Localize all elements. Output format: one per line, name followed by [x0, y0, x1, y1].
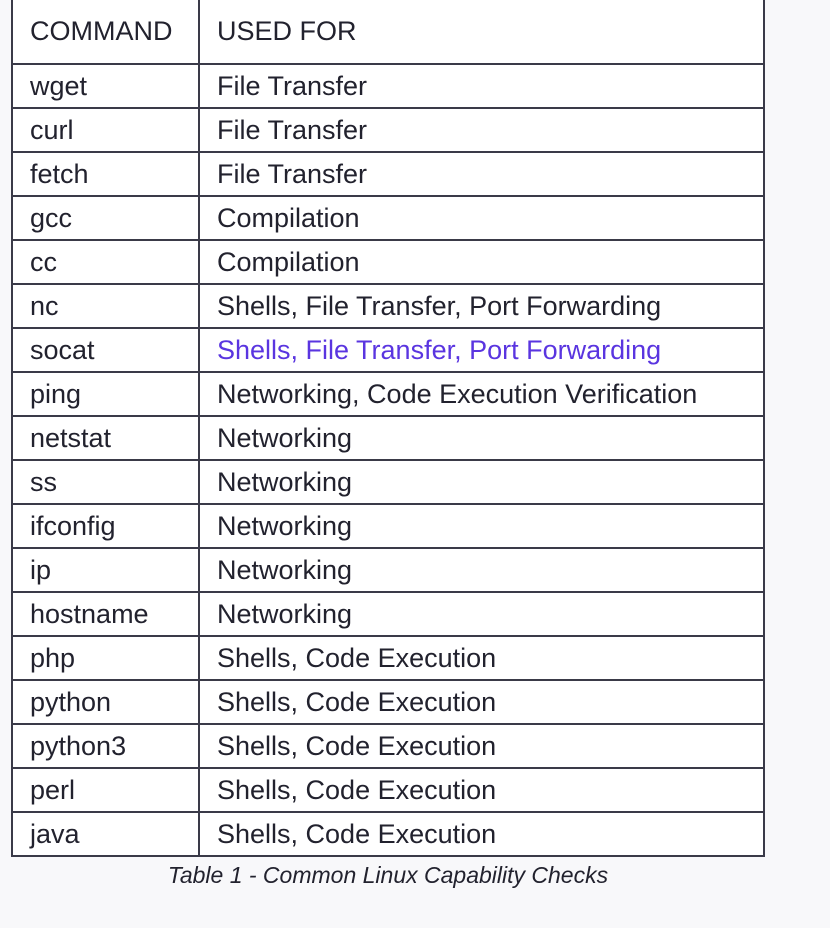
used-for-cell: Shells, Code Execution [198, 679, 765, 725]
table-row: fetch File Transfer [11, 151, 765, 197]
used-for-cell: Shells, Code Execution [198, 723, 765, 769]
used-for-cell: Networking [198, 591, 765, 637]
used-for-cell: Shells, Code Execution [198, 635, 765, 681]
used-for-cell: Shells, Code Execution [198, 767, 765, 813]
table-row: ss Networking [11, 459, 765, 505]
command-cell: php [11, 635, 200, 681]
command-cell: perl [11, 767, 200, 813]
used-for-cell-highlighted: Shells, File Transfer, Port Forwarding [198, 327, 765, 373]
command-cell: python [11, 679, 200, 725]
command-cell: gcc [11, 195, 200, 241]
command-cell: netstat [11, 415, 200, 461]
used-for-cell: File Transfer [198, 63, 765, 109]
used-for-cell: Networking [198, 415, 765, 461]
table-row: curl File Transfer [11, 107, 765, 153]
capability-table: COMMAND USED FOR wget File Transfer curl… [11, 0, 765, 857]
table-row: ping Networking, Code Execution Verifica… [11, 371, 765, 417]
used-for-cell: Networking [198, 459, 765, 505]
command-cell: ping [11, 371, 200, 417]
column-header-used-for: USED FOR [198, 0, 765, 65]
capability-table-container: COMMAND USED FOR wget File Transfer curl… [11, 0, 765, 857]
table-row: netstat Networking [11, 415, 765, 461]
table-row: socat Shells, File Transfer, Port Forwar… [11, 327, 765, 373]
command-cell: hostname [11, 591, 200, 637]
table-row: php Shells, Code Execution [11, 635, 765, 681]
table-caption: Table 1 - Common Linux Capability Checks [167, 862, 609, 888]
used-for-cell: Compilation [198, 239, 765, 285]
command-cell: nc [11, 283, 200, 329]
table-row: hostname Networking [11, 591, 765, 637]
command-cell: ip [11, 547, 200, 593]
command-cell: wget [11, 63, 200, 109]
table-row: java Shells, Code Execution [11, 811, 765, 857]
command-cell: socat [11, 327, 200, 373]
command-cell: ss [11, 459, 200, 505]
table-row: perl Shells, Code Execution [11, 767, 765, 813]
table-row: python3 Shells, Code Execution [11, 723, 765, 769]
command-cell: ifconfig [11, 503, 200, 549]
used-for-cell: File Transfer [198, 151, 765, 197]
used-for-cell: File Transfer [198, 107, 765, 153]
column-header-command: COMMAND [11, 0, 200, 65]
command-cell: python3 [11, 723, 200, 769]
used-for-cell: Networking, Code Execution Verification [198, 371, 765, 417]
used-for-cell: Networking [198, 547, 765, 593]
command-cell: cc [11, 239, 200, 285]
table-row: ifconfig Networking [11, 503, 765, 549]
used-for-cell: Compilation [198, 195, 765, 241]
table-header-row: COMMAND USED FOR [11, 0, 765, 65]
used-for-cell: Networking [198, 503, 765, 549]
command-cell: java [11, 811, 200, 857]
table-row: ip Networking [11, 547, 765, 593]
used-for-cell: Shells, Code Execution [198, 811, 765, 857]
used-for-cell: Shells, File Transfer, Port Forwarding [198, 283, 765, 329]
table-row: nc Shells, File Transfer, Port Forwardin… [11, 283, 765, 329]
table-row: cc Compilation [11, 239, 765, 285]
command-cell: curl [11, 107, 200, 153]
table-row: wget File Transfer [11, 63, 765, 109]
command-cell: fetch [11, 151, 200, 197]
table-row: python Shells, Code Execution [11, 679, 765, 725]
table-row: gcc Compilation [11, 195, 765, 241]
